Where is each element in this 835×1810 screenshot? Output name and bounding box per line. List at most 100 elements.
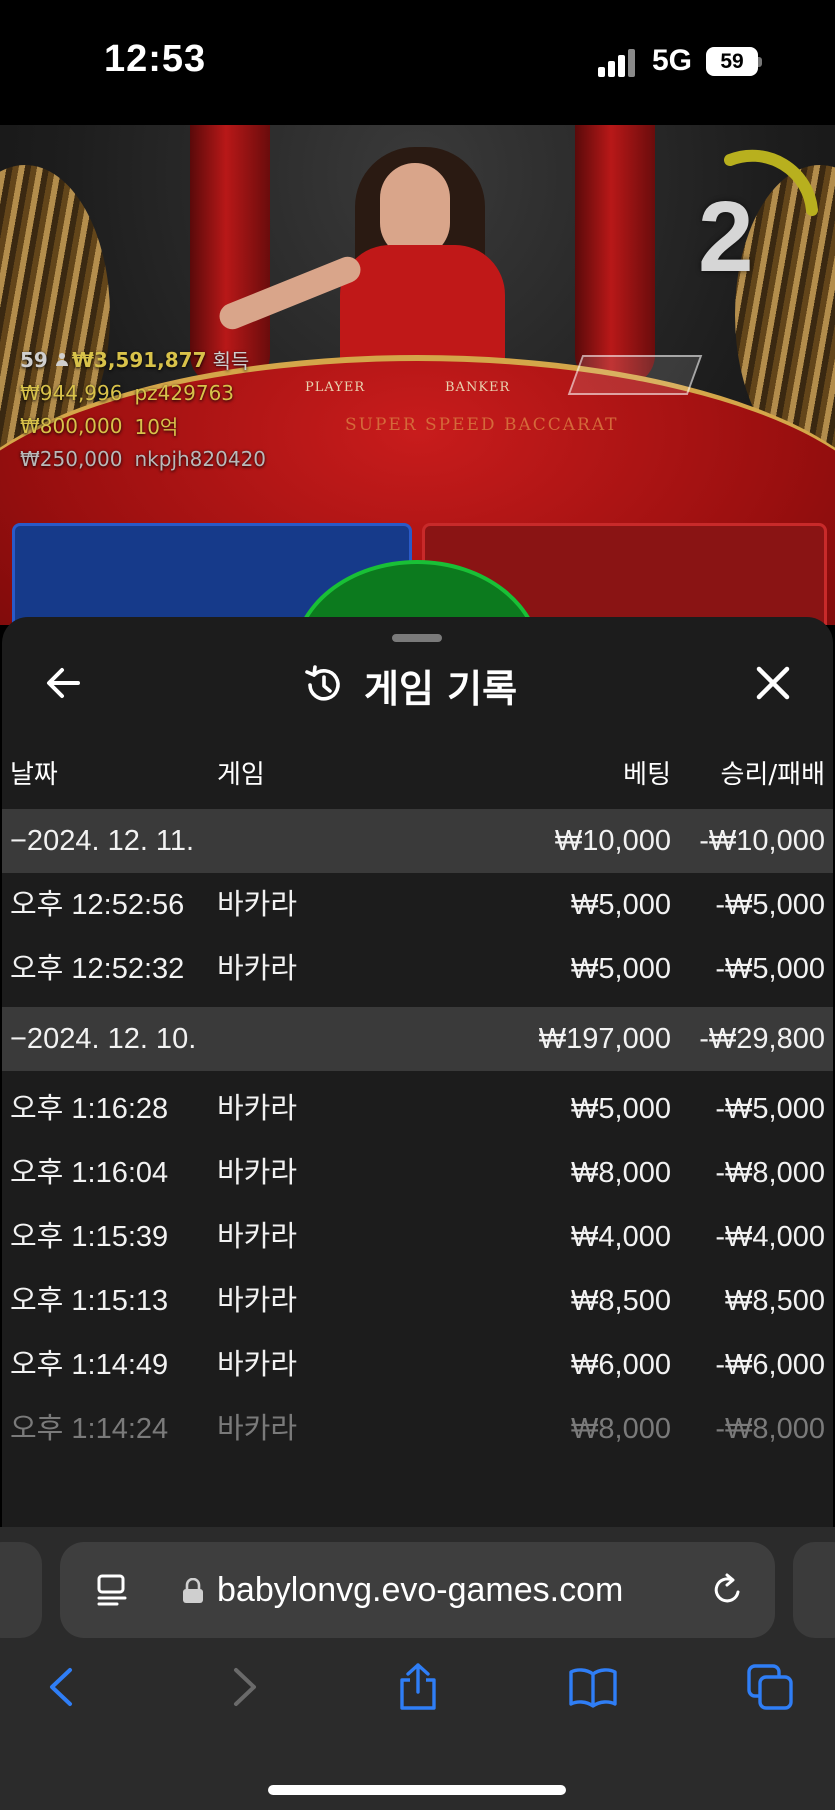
row-game: 바카라 bbox=[217, 1221, 298, 1253]
lock-icon bbox=[183, 1578, 203, 1603]
winner-entry: ₩250,000 nkpjh820420 bbox=[20, 442, 266, 475]
winner-name: 10억 bbox=[134, 415, 179, 439]
dealer-face bbox=[380, 163, 450, 258]
back-chevron-icon[interactable] bbox=[38, 1662, 88, 1712]
row-result: -₩8,000 bbox=[715, 1413, 825, 1445]
battery-icon: 59 bbox=[706, 47, 762, 76]
column-header-result: 승리/패배 bbox=[720, 760, 825, 790]
winner-name: pz429763 bbox=[134, 380, 235, 405]
group-bet-total: ₩10,000 bbox=[554, 825, 671, 857]
table-label-player: PLAYER bbox=[305, 380, 366, 395]
group-date: −2024. 12. 11. bbox=[10, 825, 195, 857]
winners-summary: 59 ₩3,591,877 획득 bbox=[20, 343, 266, 376]
row-time: 오후 1:15:13 bbox=[10, 1285, 169, 1317]
history-table: −2024. 12. 11. ₩10,000 -₩10,000 오후 12:52… bbox=[2, 809, 833, 1461]
row-game: 바카라 bbox=[217, 1349, 298, 1381]
winner-entry: ₩800,000 10억 bbox=[20, 409, 266, 442]
row-bet: ₩5,000 bbox=[571, 1093, 671, 1125]
row-bet: ₩8,000 bbox=[571, 1413, 671, 1445]
row-game: 바카라 bbox=[217, 953, 298, 985]
countdown-timer: 2 bbox=[698, 181, 754, 293]
reload-icon[interactable] bbox=[710, 1572, 746, 1608]
history-row[interactable]: 오후 1:15:39 바카라 ₩4,000 -₩4,000 bbox=[2, 1205, 833, 1269]
row-time: 오후 1:14:24 bbox=[10, 1413, 169, 1445]
close-icon bbox=[756, 666, 790, 700]
row-game: 바카라 bbox=[217, 1157, 298, 1189]
status-bar: 12:53 5G 59 bbox=[0, 0, 835, 125]
arrow-left-icon bbox=[47, 668, 80, 698]
close-button[interactable] bbox=[747, 657, 799, 709]
winner-entry: ₩944,996 pz429763 bbox=[20, 376, 266, 409]
forward-chevron-icon[interactable] bbox=[218, 1662, 268, 1712]
sheet-grabber[interactable] bbox=[392, 634, 442, 642]
row-result: -₩5,000 bbox=[715, 889, 825, 921]
signal-strength-icon bbox=[598, 47, 638, 77]
row-time: 오후 1:16:04 bbox=[10, 1157, 169, 1189]
group-bet-total: ₩197,000 bbox=[538, 1023, 671, 1055]
row-time: 오후 12:52:32 bbox=[10, 953, 185, 985]
history-row[interactable]: 오후 1:14:24 바카라 ₩8,000 -₩8,000 bbox=[2, 1397, 833, 1461]
group-result-total: -₩29,800 bbox=[699, 1023, 825, 1055]
row-time: 오후 1:16:28 bbox=[10, 1093, 169, 1125]
row-bet: ₩5,000 bbox=[571, 889, 671, 921]
back-button[interactable] bbox=[38, 657, 90, 709]
bookmarks-icon[interactable] bbox=[568, 1662, 618, 1712]
column-header-bet: 베팅 bbox=[623, 760, 671, 790]
row-game: 바카라 bbox=[217, 1285, 298, 1317]
winner-count: 59 bbox=[20, 347, 48, 372]
battery-level: 59 bbox=[706, 47, 758, 76]
row-game: 바카라 bbox=[217, 1093, 298, 1125]
column-header-game: 게임 bbox=[217, 760, 265, 790]
row-game: 바카라 bbox=[217, 1413, 298, 1445]
history-row[interactable]: 오후 1:16:28 바카라 ₩5,000 -₩5,000 bbox=[2, 1077, 833, 1141]
winner-name: nkpjh820420 bbox=[134, 446, 267, 471]
row-time: 오후 12:52:56 bbox=[10, 889, 185, 921]
row-result: -₩5,000 bbox=[715, 953, 825, 985]
previous-tab-card[interactable] bbox=[0, 1542, 42, 1638]
history-row[interactable]: 오후 12:52:32 바카라 ₩5,000 -₩5,000 bbox=[2, 937, 833, 1001]
status-time: 12:53 bbox=[104, 38, 207, 80]
history-row[interactable]: 오후 1:15:13 바카라 ₩8,500 ₩8,500 bbox=[2, 1269, 833, 1333]
date-group-row[interactable]: −2024. 12. 11. ₩10,000 -₩10,000 bbox=[2, 809, 833, 873]
user-icon bbox=[55, 352, 68, 367]
row-time: 오후 1:14:49 bbox=[10, 1349, 169, 1381]
group-result-total: -₩10,000 bbox=[699, 825, 825, 857]
card-shoe bbox=[567, 355, 703, 395]
row-bet: ₩5,000 bbox=[571, 953, 671, 985]
share-icon[interactable] bbox=[393, 1662, 443, 1712]
page-menu-icon[interactable] bbox=[95, 1572, 131, 1608]
column-header-date: 날짜 bbox=[10, 760, 58, 790]
row-bet: ₩6,000 bbox=[571, 1349, 671, 1381]
row-result: -₩5,000 bbox=[715, 1093, 825, 1125]
row-result: ₩8,500 bbox=[725, 1285, 825, 1317]
address-bar[interactable]: babylonvg.evo-games.com bbox=[60, 1542, 775, 1638]
curtain-right bbox=[575, 125, 655, 385]
game-history-sheet: 게임 기록 날짜 게임 베팅 승리/패배 −2024. 12. 11. ₩10,… bbox=[2, 617, 833, 1527]
history-row[interactable]: 오후 1:14:49 바카라 ₩6,000 -₩6,000 bbox=[2, 1333, 833, 1397]
group-date: −2024. 12. 10. bbox=[10, 1023, 197, 1055]
table-label-banker: BANKER bbox=[445, 380, 511, 395]
row-game: 바카라 bbox=[217, 889, 298, 921]
next-tab-card[interactable] bbox=[793, 1542, 835, 1638]
winner-amount: ₩800,000 bbox=[20, 413, 123, 438]
network-type: 5G bbox=[652, 44, 693, 77]
sheet-header: 게임 기록 bbox=[302, 657, 517, 713]
history-row[interactable]: 오후 12:52:56 바카라 ₩5,000 -₩5,000 bbox=[2, 873, 833, 937]
row-result: -₩8,000 bbox=[715, 1157, 825, 1189]
live-video-stream[interactable]: PLAYER BANKER SUPER SPEED BACCARAT 2 59 … bbox=[0, 125, 835, 625]
sheet-title: 게임 기록 bbox=[364, 666, 518, 711]
winner-amount: ₩250,000 bbox=[20, 446, 123, 471]
winners-gain-label: 획득 bbox=[212, 349, 250, 373]
date-group-row[interactable]: −2024. 12. 10. ₩197,000 -₩29,800 bbox=[2, 1007, 833, 1071]
winners-total-amount: ₩3,591,877 bbox=[71, 347, 207, 372]
history-row[interactable]: 오후 1:16:04 바카라 ₩8,000 -₩8,000 bbox=[2, 1141, 833, 1205]
row-bet: ₩8,000 bbox=[571, 1157, 671, 1189]
row-bet: ₩4,000 bbox=[571, 1221, 671, 1253]
url-text: babylonvg.evo-games.com bbox=[217, 1571, 624, 1609]
home-indicator[interactable] bbox=[268, 1785, 566, 1795]
row-result: -₩4,000 bbox=[715, 1221, 825, 1253]
winners-list: 59 ₩3,591,877 획득 ₩944,996 pz429763 ₩800,… bbox=[20, 343, 266, 475]
browser-toolbar: babylonvg.evo-games.com bbox=[0, 1527, 835, 1810]
row-result: -₩6,000 bbox=[715, 1349, 825, 1381]
tabs-icon[interactable] bbox=[745, 1662, 795, 1712]
